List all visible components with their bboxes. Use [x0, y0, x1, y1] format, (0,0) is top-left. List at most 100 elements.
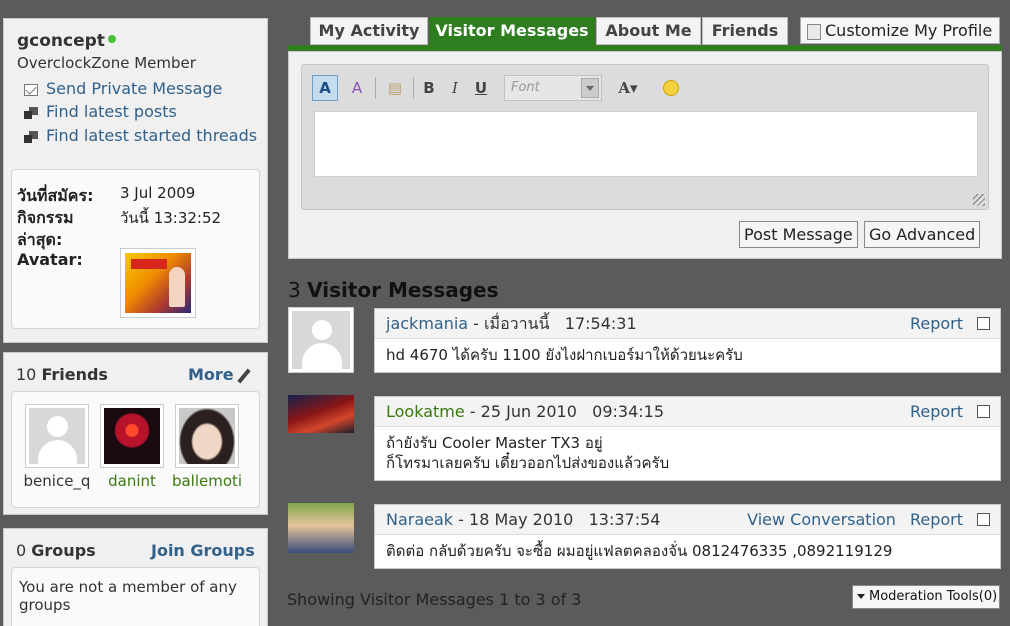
message-author[interactable]: jackmania: [386, 314, 468, 333]
groups-panel: 0 Groups Join Groups You are not a membe…: [3, 528, 268, 626]
send-private-message-link[interactable]: Send Private Message: [24, 79, 222, 98]
message-header: jackmania - เมื่อวานนี้ 17:54:31 Report: [375, 309, 1000, 339]
friends-more-link[interactable]: More: [188, 365, 251, 384]
default-avatar-icon: [29, 408, 85, 465]
vm-title: Visitor Messages: [307, 278, 499, 302]
message-date: 18 May 2010: [469, 510, 574, 529]
italic-icon[interactable]: I: [442, 75, 468, 101]
friend-item[interactable]: benice_q: [17, 404, 97, 490]
toolbar-divider: [375, 77, 376, 99]
more-label: More: [188, 365, 234, 384]
avatar-image: [125, 253, 191, 313]
message-body: ติดต่อ กลับด้วยครับ จะซื้อ ผมอยู่แฟลตคลอ…: [375, 535, 1000, 567]
message-text: ก็โทรมาเลยครับ เดี๋ยวออกไปส่งของแล้วครับ: [386, 454, 670, 472]
smilie-icon[interactable]: [658, 75, 684, 101]
message-textarea[interactable]: [314, 111, 978, 177]
envelope-icon: [24, 83, 38, 96]
groups-label: Groups: [31, 541, 96, 560]
message-text: ติดต่อ กลับด้วยครับ จะซื้อ ผมอยู่แฟลตคลอ…: [386, 542, 893, 560]
user-title: OverclockZone Member: [17, 54, 196, 72]
chevron-down-icon: [581, 78, 599, 98]
friends-list: benice_q danint ballemoti: [11, 391, 260, 508]
customize-profile-button[interactable]: Customize My Profile: [800, 17, 1000, 44]
last-activity-value: วันนี้ 13:32:52: [120, 209, 222, 227]
friend-item[interactable]: ballemoti: [167, 404, 247, 490]
font-size-icon[interactable]: A▾: [608, 75, 648, 101]
select-checkbox[interactable]: [977, 512, 990, 526]
friends-panel: 10 Friends More benice_q danint ballemot…: [3, 352, 268, 515]
message-text: ถ้ายังรับ Cooler Master TX3 อยู่: [386, 434, 603, 452]
visitor-message: Lookatme - 25 Jun 2010 09:34:15 Report ถ…: [374, 396, 1001, 481]
message-header: Lookatme - 25 Jun 2010 09:34:15 Report: [375, 397, 1000, 427]
friend-avatar: [25, 404, 89, 468]
profile-info-box: วันที่สมัคร: 3 Jul 2009 กิจกรรม วันนี้ 1…: [11, 169, 260, 329]
friends-count: 10: [16, 365, 37, 384]
profile-sidebar: gconcept OverclockZone Member Send Priva…: [0, 0, 270, 626]
post-message-button[interactable]: Post Message: [739, 221, 858, 248]
tab-about-me[interactable]: About Me: [596, 17, 701, 45]
remove-format-icon[interactable]: A: [344, 75, 370, 101]
message-avatar[interactable]: [288, 307, 354, 373]
underline-icon[interactable]: U: [468, 75, 494, 101]
friend-avatar: [175, 404, 239, 468]
fireworks-avatar-image: [104, 408, 160, 464]
friend-name[interactable]: benice_q: [17, 472, 97, 490]
online-status-icon: [107, 35, 116, 43]
moderation-label: Moderation Tools(0): [869, 589, 998, 604]
friend-name[interactable]: ballemoti: [167, 472, 247, 490]
pagination-summary: Showing Visitor Messages 1 to 3 of 3: [287, 590, 582, 609]
customize-icon: [807, 23, 821, 40]
message-text: hd 4670 ได้ครับ 1100 ยังไงฝากเบอร์มาให้ด…: [386, 346, 743, 364]
tab-friends[interactable]: Friends: [702, 17, 788, 45]
message-time: 17:54:31: [564, 314, 637, 333]
profile-panel: gconcept OverclockZone Member Send Priva…: [3, 18, 268, 343]
message-editor-panel: A A ▤ B I U Font A▾ Post Message Go Adva…: [288, 51, 1002, 259]
report-link[interactable]: Report: [910, 510, 963, 529]
message-date: เมื่อวานนี้: [484, 314, 550, 333]
moderation-tools-button[interactable]: Moderation Tools(0): [852, 585, 1000, 609]
posts-icon: [24, 106, 38, 119]
robot-avatar-image: [288, 395, 354, 433]
message-body: ถ้ายังรับ Cooler Master TX3 อยู่ ก็โทรมา…: [375, 427, 1000, 479]
select-checkbox[interactable]: [977, 404, 990, 418]
triangle-down-icon: [857, 594, 865, 599]
friend-item[interactable]: danint: [92, 404, 172, 490]
find-latest-threads-link[interactable]: Find latest started threads: [24, 126, 257, 145]
join-groups-link[interactable]: Join Groups: [151, 541, 255, 560]
avatar-label: Avatar:: [17, 250, 83, 269]
message-time: 09:34:15: [592, 402, 665, 421]
groups-message: You are not a member of any groups: [11, 567, 260, 626]
link-label: Find latest posts: [46, 102, 177, 121]
resize-handle-icon[interactable]: [973, 194, 985, 206]
report-link[interactable]: Report: [910, 314, 963, 333]
report-link[interactable]: Report: [910, 402, 963, 421]
message-author[interactable]: Lookatme: [386, 402, 465, 421]
message-date: 25 Jun 2010: [480, 402, 577, 421]
groups-count: 0: [16, 541, 27, 560]
view-conversation-link[interactable]: View Conversation: [747, 510, 896, 529]
font-placeholder: Font: [511, 80, 540, 95]
paste-icon[interactable]: ▤: [382, 75, 408, 101]
go-advanced-button[interactable]: Go Advanced: [864, 221, 981, 248]
tab-visitor-messages[interactable]: Visitor Messages: [429, 17, 595, 45]
link-label: Find latest started threads: [46, 126, 258, 145]
message-author[interactable]: Naraeak: [386, 510, 453, 529]
message-avatar[interactable]: [288, 503, 354, 553]
font-select[interactable]: Font: [504, 75, 602, 101]
wysiwyg-mode-icon[interactable]: A: [312, 75, 338, 101]
friend-name[interactable]: danint: [92, 472, 172, 490]
toolbar-divider: [413, 77, 414, 99]
message-avatar[interactable]: [288, 395, 354, 433]
threads-icon: [24, 130, 38, 143]
find-latest-posts-link[interactable]: Find latest posts: [24, 102, 177, 121]
message-actions: Report: [896, 309, 990, 338]
groups-heading: 0 Groups: [16, 541, 96, 560]
bold-icon[interactable]: B: [416, 75, 442, 101]
tab-my-activity[interactable]: My Activity: [310, 17, 428, 45]
select-checkbox[interactable]: [977, 316, 990, 330]
username: gconcept: [17, 31, 116, 51]
message-time: 13:37:54: [588, 510, 661, 529]
avatar: [120, 248, 196, 318]
message-header: Naraeak - 18 May 2010 13:37:54 View Conv…: [375, 505, 1000, 535]
visitor-message: Naraeak - 18 May 2010 13:37:54 View Conv…: [374, 504, 1001, 569]
